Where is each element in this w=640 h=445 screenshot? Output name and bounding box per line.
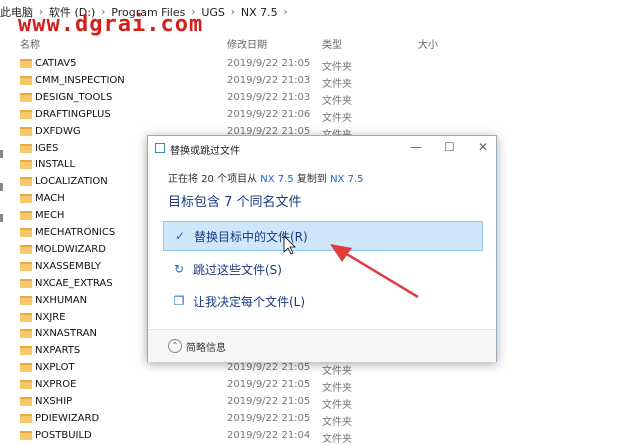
cursor-icon	[283, 235, 296, 255]
arrow-shaft	[339, 248, 419, 299]
annotation-arrow	[283, 235, 419, 299]
arrow-head	[330, 244, 352, 262]
